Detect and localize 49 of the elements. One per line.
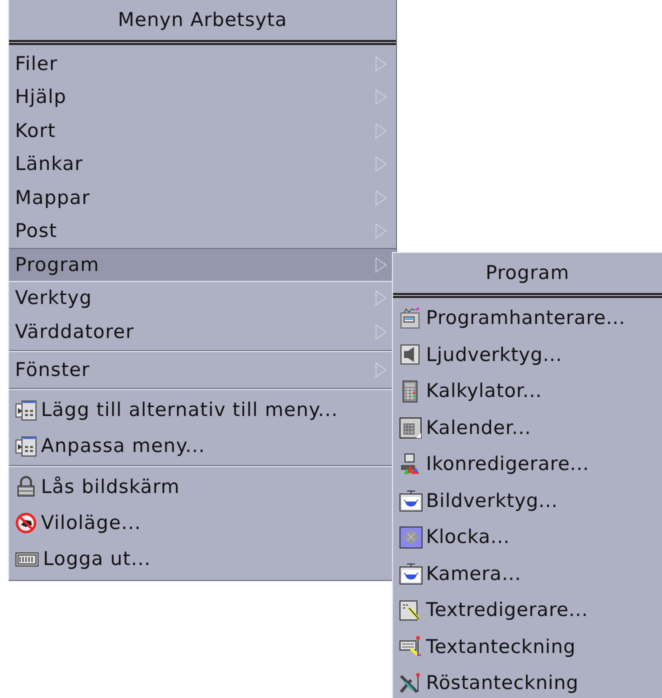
menu-item[interactable]: Fönster	[9, 354, 396, 387]
submenu-arrow-icon	[374, 223, 388, 240]
calendar-icon	[399, 416, 423, 440]
menu-panel-icon	[15, 399, 37, 421]
menu-item[interactable]: Ikonredigerare...	[393, 446, 662, 482]
submenu-arrow-icon	[374, 156, 388, 172]
menu-item[interactable]: Verktyg	[9, 282, 396, 315]
no-entry-icon	[15, 512, 37, 534]
padlock-icon	[15, 476, 37, 498]
checkered-icon	[399, 526, 423, 549]
teapot-picture-icon	[399, 489, 423, 512]
menu-item[interactable]: Lås bildskärm	[9, 469, 396, 505]
menu-item[interactable]: Länkar	[9, 148, 396, 181]
submenu-arrow-icon	[374, 324, 388, 340]
pencil-microphone-icon	[399, 672, 423, 695]
submenu-arrow-icon	[374, 56, 388, 72]
menu-item[interactable]: Ljudverktyg...	[393, 336, 662, 373]
menu-item[interactable]: Post	[9, 214, 396, 248]
menu-item[interactable]: Kamera...	[393, 556, 662, 592]
teapot-picture-icon	[399, 562, 423, 586]
menu-item[interactable]: Kalkylator...	[393, 373, 662, 410]
menu-item[interactable]: Logga ut...	[9, 541, 396, 577]
menu-item[interactable]: Kort	[9, 114, 396, 148]
menu-item[interactable]: Program	[9, 248, 396, 282]
pencil-keyboard-icon	[399, 635, 423, 658]
menu-item[interactable]: Filer	[9, 47, 396, 80]
menu-item[interactable]: Viloläge...	[9, 505, 396, 541]
submenu-arrow-icon	[374, 122, 388, 139]
menu-panel-icon	[15, 435, 37, 457]
submenu-arrow-icon	[374, 290, 388, 306]
menu-title: Menyn Arbetsyta	[116, 8, 288, 33]
menu-item[interactable]: Lägg till alternativ till meny...	[9, 392, 396, 428]
menu-item[interactable]: Anpassa meny...	[9, 428, 396, 464]
menu-item[interactable]: Textredigerare...	[393, 592, 662, 628]
menu-item[interactable]: Textanteckning	[393, 628, 662, 665]
menu-item[interactable]: Klocka...	[393, 519, 662, 556]
menu-item[interactable]: Hjälp	[9, 80, 396, 114]
submenu-arrow-icon	[374, 89, 388, 106]
menu-item[interactable]: Röstanteckning	[393, 665, 662, 698]
submenu-arrow-icon	[374, 362, 388, 378]
submenu-arrow-icon	[374, 190, 388, 206]
menu-item[interactable]: Kalender...	[393, 410, 662, 446]
menu-item[interactable]: Värddatorer	[9, 315, 396, 348]
menu-item[interactable]: Bildverktyg...	[393, 482, 662, 519]
menu-item[interactable]: Programhanterare...	[393, 300, 662, 336]
menu-item[interactable]: Mappar	[9, 181, 396, 214]
submenu-arrow-icon	[374, 256, 388, 273]
menu-title: Program	[484, 261, 570, 286]
pencil-page-icon	[399, 598, 423, 622]
